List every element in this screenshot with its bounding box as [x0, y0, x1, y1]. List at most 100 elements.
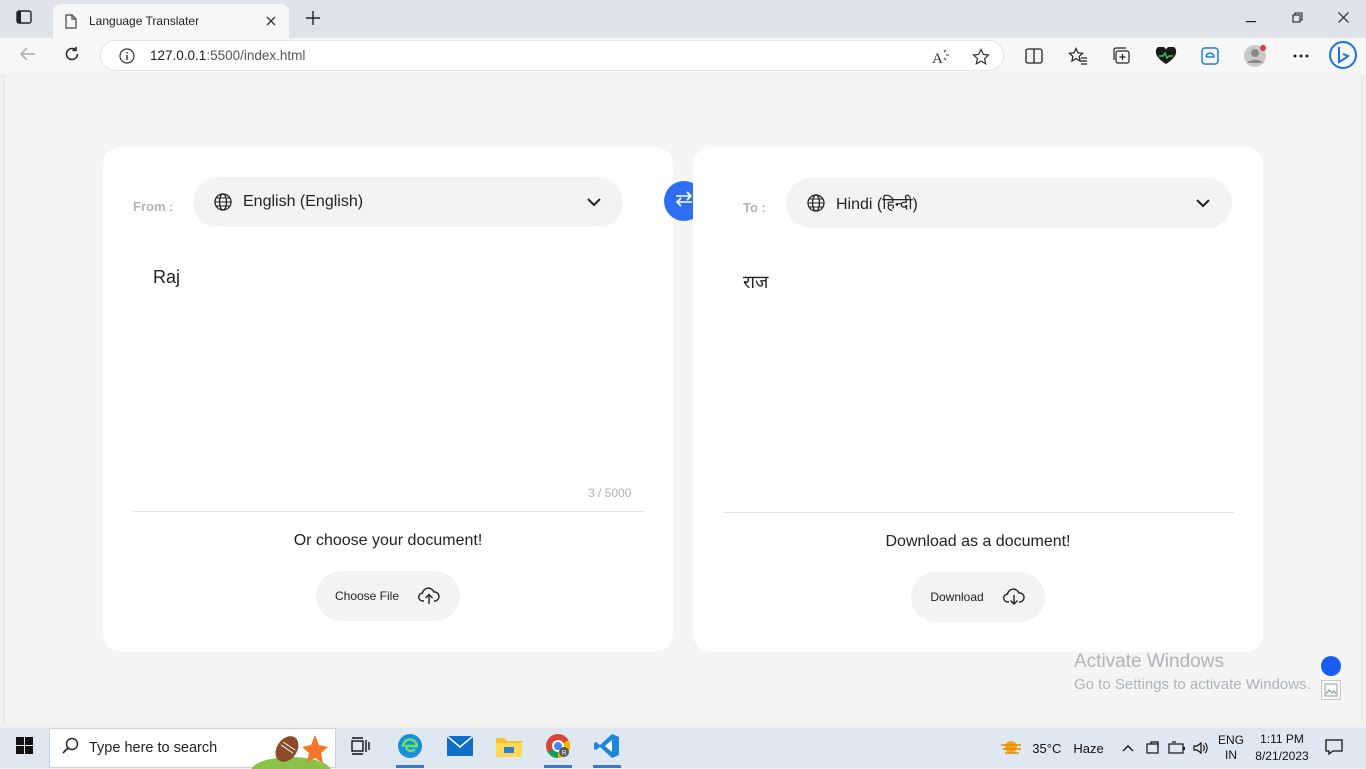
clock[interactable]: 1:11 PM 8/21/2023 [1250, 728, 1314, 768]
from-label: From : [133, 199, 174, 214]
bing-icon[interactable] [1328, 40, 1358, 70]
file-explorer-icon [496, 735, 522, 762]
source-text-input[interactable]: Raj [153, 267, 633, 467]
file-explorer-taskbar-app[interactable] [485, 728, 533, 768]
weather-temp: 35°C [1032, 740, 1062, 756]
address-bar[interactable]: 127.0.0.1:5500/index.html A [100, 40, 1004, 71]
browser-tab-bar: Language Translater [0, 0, 1366, 38]
source-card: From : English (English) Raj 3 / 5000 Or… [103, 147, 673, 652]
watermark-title: Activate Windows [1074, 651, 1224, 672]
vscode-icon [594, 733, 620, 764]
chevron-down-icon [585, 193, 603, 211]
profile-icon[interactable] [1243, 44, 1267, 68]
choose-document-text: Or choose your document! [293, 532, 483, 549]
window-close-button[interactable] [1320, 0, 1366, 38]
globe-icon [806, 193, 826, 213]
search-placeholder: Type here to search [89, 740, 218, 756]
chrome-taskbar-app[interactable]: R [534, 728, 582, 768]
download-button[interactable]: Download [911, 572, 1045, 622]
close-icon[interactable] [263, 13, 279, 29]
from-language-select[interactable]: English (English) [193, 177, 623, 227]
taskbar-search-box[interactable]: Type here to search [49, 728, 336, 769]
to-label: To : [743, 200, 766, 215]
input-language-indicator[interactable]: ENG IN [1214, 728, 1248, 768]
url-text: 127.0.0.1:5500/index.html [150, 48, 306, 63]
globe-icon [213, 192, 233, 212]
info-icon[interactable] [118, 47, 136, 65]
browser-tab[interactable]: Language Translater [53, 4, 289, 38]
svg-text:A: A [932, 51, 943, 65]
network-icon[interactable] [1142, 728, 1164, 768]
edge-taskbar-icon [397, 733, 423, 764]
edge-icon[interactable] [1198, 44, 1222, 68]
plus-icon [306, 10, 320, 30]
mail-icon [446, 734, 474, 761]
minimize-icon [1246, 10, 1256, 28]
target-card: To : Hindi (हिन्दी) राज Download as a do… [693, 147, 1263, 652]
refresh-button[interactable] [58, 43, 86, 69]
search-icon [62, 737, 79, 759]
upload-cloud-icon [417, 584, 441, 608]
search-highlight-image [251, 729, 335, 769]
clock-time: 1:11 PM [1260, 732, 1304, 746]
swap-icon [674, 190, 694, 213]
page-icon [63, 13, 79, 29]
split-screen-icon[interactable] [1022, 44, 1046, 68]
restore-button[interactable] [1274, 0, 1320, 38]
download-cloud-icon [1002, 585, 1026, 609]
download-label: Download [930, 590, 984, 604]
restore-icon [1291, 10, 1303, 28]
windows-taskbar: Type here to search R 35°C Haze ENG IN 1… [0, 728, 1366, 769]
tray-chevron-icon[interactable] [1118, 728, 1138, 768]
to-language-select[interactable]: Hindi (हिन्दी) [786, 178, 1232, 228]
new-tab-button[interactable] [302, 9, 324, 31]
floating-blue-button[interactable] [1321, 656, 1341, 676]
heart-icon[interactable] [1154, 44, 1178, 68]
divider [133, 511, 644, 512]
from-language-value: English (English) [243, 193, 364, 210]
vscode-taskbar-app[interactable] [583, 728, 631, 768]
battery-icon[interactable] [1166, 728, 1188, 768]
tab-actions-icon [16, 9, 32, 29]
tab-title: Language Translater [89, 14, 200, 28]
task-view-button[interactable] [336, 728, 384, 768]
char-counter: 3 / 5000 [588, 486, 632, 500]
notification-icon [1325, 738, 1343, 758]
minimize-button[interactable] [1228, 0, 1274, 38]
weather-widget[interactable]: 35°C Haze [996, 728, 1108, 768]
back-icon [19, 46, 36, 66]
watermark-subtitle: Go to Settings to activate Windows. [1074, 676, 1311, 693]
broken-image-icon [1321, 680, 1341, 700]
lang-line-2: IN [1225, 748, 1237, 762]
window-close-icon [1337, 10, 1349, 28]
divider [723, 512, 1234, 513]
page-viewport: From : English (English) Raj 3 / 5000 Or… [4, 74, 1362, 724]
translated-text-output[interactable]: राज [743, 270, 1223, 470]
more-icon[interactable] [1289, 44, 1313, 68]
to-language-value: Hindi (हिन्दी) [836, 196, 918, 213]
svg-text:R: R [562, 750, 567, 757]
weather-icon [1000, 739, 1022, 758]
refresh-icon [64, 46, 80, 67]
volume-icon[interactable] [1190, 728, 1212, 768]
choose-file-label: Choose File [334, 589, 400, 603]
notification-button[interactable] [1316, 728, 1352, 768]
choose-file-button[interactable]: Choose File [316, 571, 460, 621]
tab-actions-button[interactable] [10, 8, 38, 30]
collections-icon[interactable] [1110, 44, 1134, 68]
clock-date: 8/21/2023 [1255, 749, 1309, 763]
browser-toolbar: 127.0.0.1:5500/index.html A [0, 38, 1366, 74]
weather-desc: Haze [1073, 740, 1104, 756]
mail-taskbar-app[interactable] [436, 728, 484, 768]
favorites-icon[interactable] [1066, 44, 1090, 68]
chevron-down-icon [1194, 194, 1212, 212]
windows-icon [15, 737, 33, 759]
read-aloud-icon[interactable]: A [931, 47, 951, 67]
download-document-text: Download as a document! [885, 533, 1071, 550]
start-button[interactable] [0, 728, 48, 768]
activate-windows-watermark: Activate Windows Go to Settings to activ… [1074, 651, 1311, 693]
star-icon[interactable] [971, 47, 991, 67]
back-button[interactable] [14, 43, 42, 69]
task-view-icon [350, 736, 370, 760]
edge-taskbar-app[interactable] [386, 728, 434, 768]
